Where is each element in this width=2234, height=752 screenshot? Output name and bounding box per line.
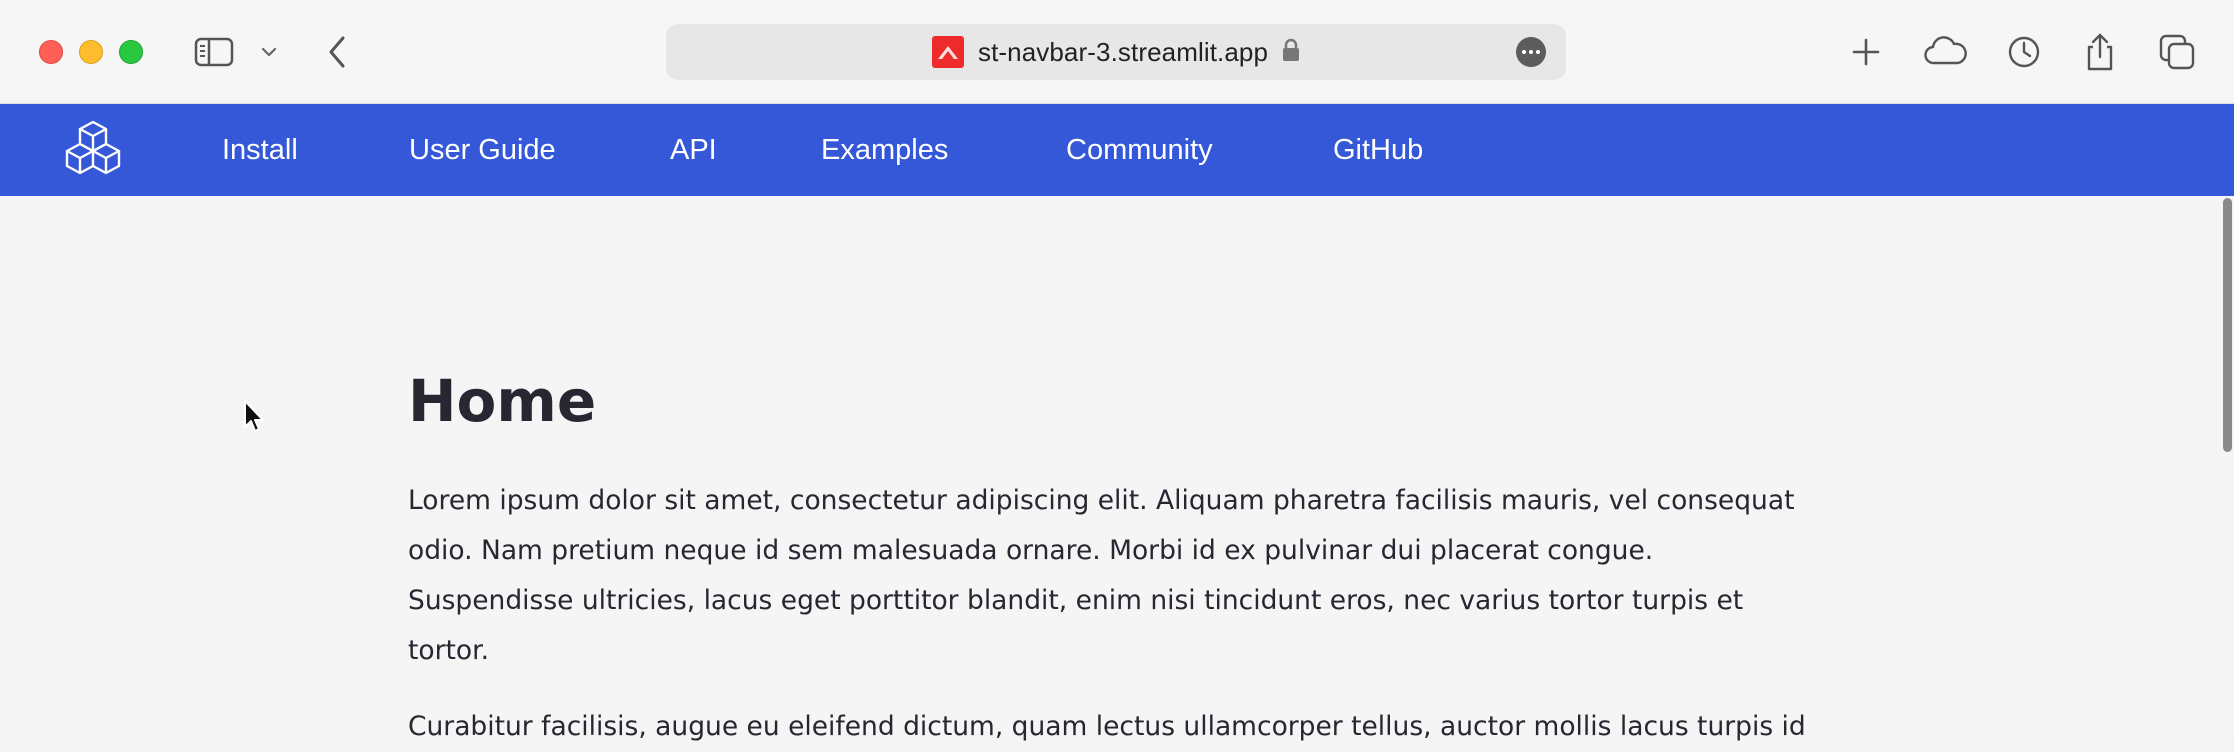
cubes-logo-icon[interactable] xyxy=(60,120,126,180)
nav-item-community[interactable]: Community xyxy=(1066,132,1213,168)
close-window-button[interactable] xyxy=(39,40,63,64)
nav-item-examples[interactable]: Examples xyxy=(821,132,948,168)
paragraph: Curabitur facilisis, augue eu eleifend d… xyxy=(408,711,1806,742)
navbar: Install User Guide API Examples Communit… xyxy=(0,104,2234,196)
more-icon[interactable] xyxy=(1516,37,1546,67)
zoom-window-button[interactable] xyxy=(119,40,143,64)
nav-item-user-guide[interactable]: User Guide xyxy=(409,132,556,168)
page-content: Home Lorem ipsum dolor sit amet, consect… xyxy=(0,196,2234,742)
page-title: Home xyxy=(408,367,597,435)
minimize-window-button[interactable] xyxy=(79,40,103,64)
tabs-icon[interactable] xyxy=(2158,30,2196,74)
plus-icon[interactable] xyxy=(1850,30,1882,74)
address-bar[interactable]: st-navbar-3.streamlit.app xyxy=(666,24,1566,80)
browser-toolbar: st-navbar-3.streamlit.app xyxy=(0,0,2234,104)
chevron-left-icon[interactable] xyxy=(326,30,348,74)
mouse-pointer-icon xyxy=(243,399,267,435)
share-icon[interactable] xyxy=(2084,30,2116,74)
cloud-icon[interactable] xyxy=(1922,30,1968,74)
url-text: st-navbar-3.streamlit.app xyxy=(977,36,1269,67)
scrollbar-thumb[interactable] xyxy=(2223,198,2232,452)
lock-icon xyxy=(1282,38,1300,67)
scrollbar[interactable] xyxy=(2220,196,2234,732)
paragraph: Lorem ipsum dolor sit amet, consectetur … xyxy=(408,485,1795,666)
nav-item-api[interactable]: API xyxy=(670,132,717,168)
streamlit-favicon-icon xyxy=(931,36,964,68)
clock-icon[interactable] xyxy=(2006,30,2042,74)
chevron-down-icon[interactable] xyxy=(260,30,278,74)
sidebar-icon[interactable] xyxy=(194,30,234,74)
nav-item-github[interactable]: GitHub xyxy=(1333,132,1423,168)
nav-item-install[interactable]: Install xyxy=(222,132,298,168)
